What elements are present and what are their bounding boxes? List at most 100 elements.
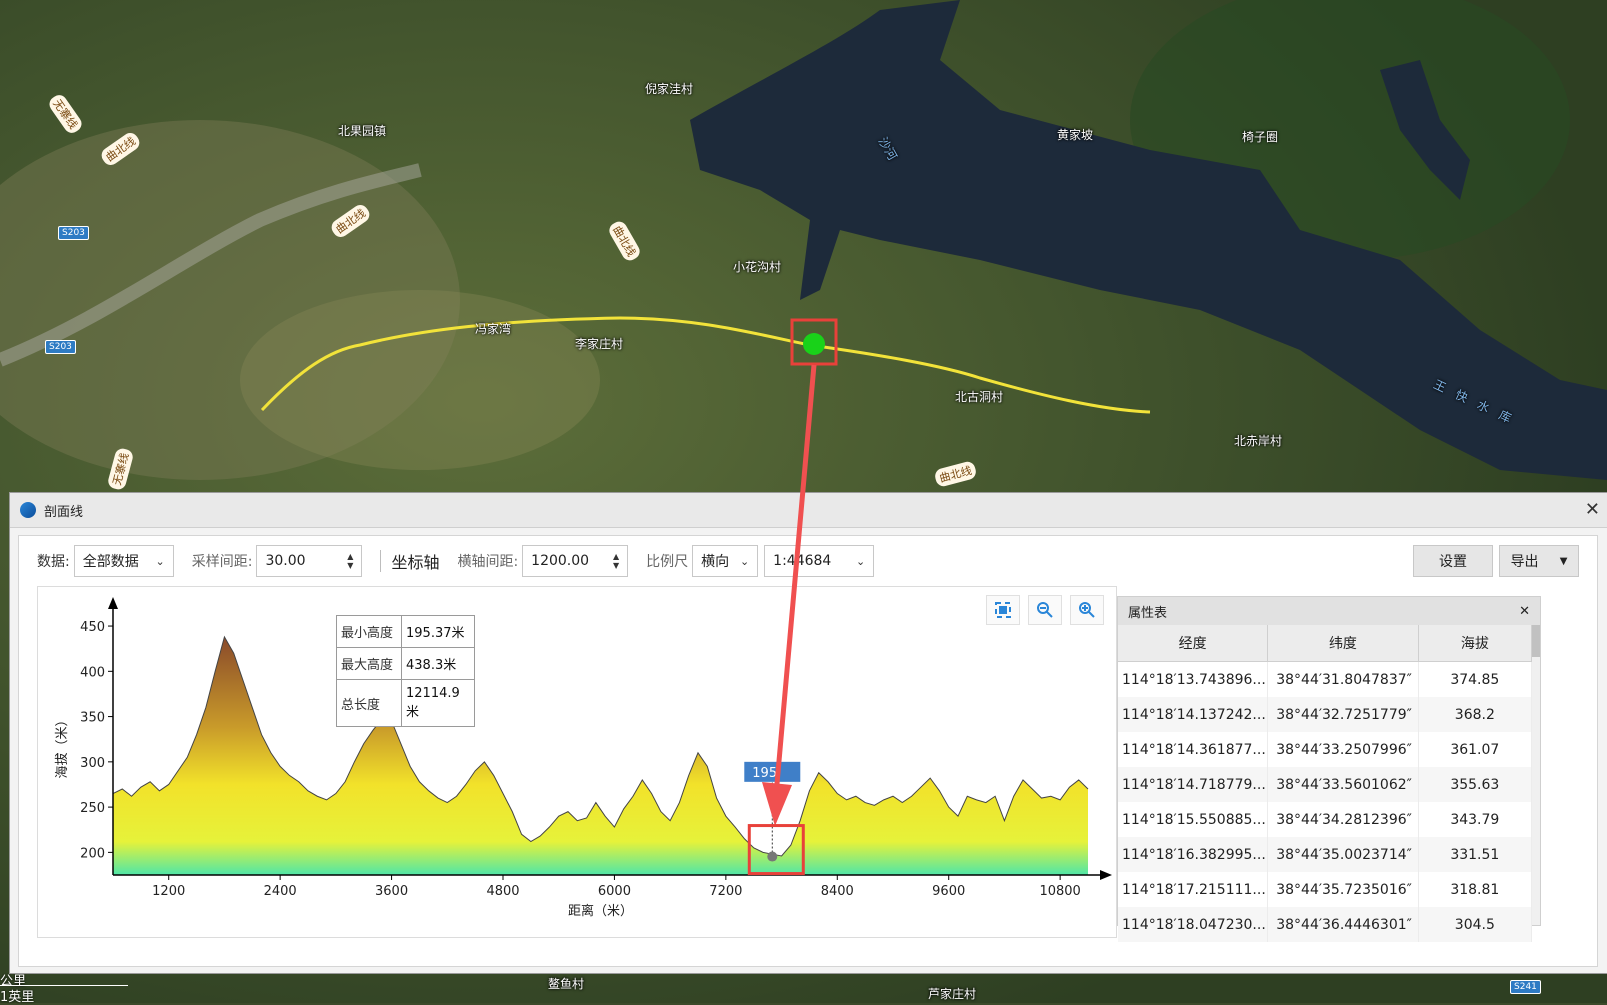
cursor-point	[767, 851, 778, 862]
spinner-arrows-icon[interactable]: ▲ ▼	[613, 552, 619, 570]
scale-label: 比例尺	[646, 554, 689, 570]
cell-altitude: 368.2	[1418, 697, 1533, 732]
y-tick-label: 450	[80, 620, 105, 635]
x-axis-arrow	[1100, 870, 1112, 880]
table-row[interactable]: 114°18′13.743896... 38°44′31.8047837″ 374.…	[1118, 661, 1533, 697]
data-select-value: 全部数据	[82, 554, 139, 570]
cell-altitude: 304.5	[1418, 907, 1533, 942]
max-height-label: 最大高度	[336, 647, 402, 680]
cursor-value-label: 195	[752, 766, 777, 781]
table-row[interactable]: 114°18′14.718779... 38°44′33.5601062″ 355.…	[1118, 767, 1533, 802]
x-tick-label: 9600	[932, 884, 965, 899]
y-axis-label: 海拔（米）	[55, 713, 70, 778]
scale-imperial: 1英里	[0, 985, 128, 1005]
road-badge: S203	[58, 226, 89, 240]
place-label: 鳌鱼村	[548, 977, 585, 991]
cell-longitude: 114°18′18.047230...	[1118, 907, 1269, 942]
table-row[interactable]: 114°18′16.382995... 38°44′35.0023714″ 331.…	[1118, 837, 1533, 872]
export-button[interactable]: 导出 ▼	[1499, 545, 1579, 577]
cell-latitude: 38°44′31.8047837″	[1267, 661, 1419, 697]
zoom-toolbar	[986, 595, 1104, 625]
close-icon[interactable]: ✕	[1585, 499, 1600, 520]
haxis-spinbox[interactable]: 1200.00 ▲ ▼	[522, 545, 629, 577]
cell-latitude: 38°44′32.7251779″	[1267, 697, 1419, 732]
road-badge: S203	[45, 340, 76, 354]
fit-extent-icon[interactable]	[986, 595, 1020, 625]
x-tick-label: 4800	[486, 884, 519, 899]
scale-direction-select[interactable]: 横向 ⌄	[692, 545, 759, 577]
panel-body: 数据: 全部数据 ⌄ 采样间距: 30.00 ▲ ▼ 坐标轴 横轴间距: 1200…	[18, 535, 1598, 967]
column-header-altitude[interactable]: 海拔	[1418, 625, 1533, 662]
cell-longitude: 114°18′17.215111...	[1118, 872, 1269, 907]
scale-direction-value: 横向	[701, 554, 730, 570]
cell-longitude: 114°18′15.550885...	[1118, 802, 1269, 837]
attribute-table-scrollbar[interactable]	[1532, 625, 1540, 925]
min-height-value: 195.37米	[401, 615, 475, 648]
place-label: 北果园镇	[338, 124, 387, 138]
close-icon[interactable]: ✕	[1519, 604, 1530, 619]
panel-title: 剖面线	[44, 504, 84, 520]
total-length-label: 总长度	[336, 679, 402, 727]
data-select[interactable]: 全部数据 ⌄	[73, 545, 174, 577]
cell-latitude: 38°44′35.7235016″	[1267, 872, 1419, 907]
zoom-in-icon[interactable]	[1070, 595, 1104, 625]
table-row[interactable]: 114°18′14.137242... 38°44′32.7251779″ 368.…	[1118, 697, 1533, 732]
x-tick-label: 3600	[375, 884, 408, 899]
min-height-label: 最小高度	[336, 615, 402, 648]
profile-chart[interactable]: 1200 2400 3600 4800 6000 7200 8400 9600 10800 200…	[37, 586, 1117, 938]
cell-altitude: 343.79	[1418, 802, 1533, 837]
place-label: 倪家洼村	[645, 82, 694, 96]
cell-latitude: 38°44′33.2507996″	[1267, 732, 1419, 767]
settings-button[interactable]: 设置	[1413, 545, 1493, 577]
cell-longitude: 114°18′14.137242...	[1118, 697, 1269, 732]
column-header-latitude[interactable]: 纬度	[1267, 625, 1419, 662]
cell-altitude: 318.81	[1418, 872, 1533, 907]
x-tick-label: 2400	[264, 884, 297, 899]
attribute-table-header: 属性表 ✕	[1118, 597, 1540, 625]
x-tick-label: 6000	[598, 884, 631, 899]
toolbar-divider	[380, 550, 382, 572]
x-tick-label: 8400	[821, 884, 854, 899]
export-label: 导出	[1510, 554, 1539, 570]
chevron-down-icon: ⌄	[855, 554, 866, 568]
place-label: 北古洞村	[955, 390, 1004, 404]
table-row[interactable]: 114°18′14.361877... 38°44′33.2507996″ 361.…	[1118, 732, 1533, 767]
haxis-value: 1200.00	[531, 553, 590, 569]
stats-table: 最小高度 195.37米 最大高度 438.3米 总长度 12114.9米	[336, 615, 475, 727]
cell-altitude: 361.07	[1418, 732, 1533, 767]
attribute-table: 经度 纬度 海拔 114°18′13.743896... 38°44′31.804…	[1118, 625, 1533, 942]
chevron-down-icon: ⌄	[739, 554, 750, 568]
cell-longitude: 114°18′14.361877...	[1118, 732, 1269, 767]
scrollbar-thumb[interactable]	[1532, 625, 1540, 657]
cell-longitude: 114°18′13.743896...	[1118, 661, 1269, 697]
x-tick-label: 7200	[709, 884, 742, 899]
y-tick-label: 400	[80, 665, 105, 680]
total-length-value: 12114.9米	[401, 679, 475, 727]
place-label: 北赤岸村	[1234, 434, 1283, 448]
profile-panel: 剖面线 ✕ 数据: 全部数据 ⌄ 采样间距: 30.00 ▲ ▼ 坐标轴 横轴间距…	[9, 492, 1607, 974]
place-label: 冯家湾	[475, 322, 512, 336]
spinner-arrows-icon[interactable]: ▲ ▼	[347, 552, 353, 570]
haxis-label: 横轴间距:	[457, 554, 519, 570]
dropdown-arrow-icon: ▼	[1559, 555, 1568, 567]
table-row[interactable]: 114°18′17.215111... 38°44′35.7235016″ 318.…	[1118, 872, 1533, 907]
place-label: 椅子圈	[1242, 130, 1279, 144]
cell-latitude: 38°44′33.5601062″	[1267, 767, 1419, 802]
table-row[interactable]: 114°18′18.047230... 38°44′36.4446301″ 304.…	[1118, 907, 1533, 942]
column-header-longitude[interactable]: 经度	[1118, 625, 1269, 662]
panel-titlebar[interactable]: 剖面线 ✕	[10, 493, 1607, 528]
road-badge: S241	[1510, 980, 1541, 994]
y-tick-label: 300	[80, 756, 105, 771]
cell-altitude: 355.63	[1418, 767, 1533, 802]
place-label: 黄家坡	[1057, 128, 1094, 142]
chevron-down-icon: ⌄	[155, 554, 165, 568]
table-row[interactable]: 114°18′15.550885... 38°44′34.2812396″ 343.…	[1118, 802, 1533, 837]
x-axis-label: 距离（米）	[568, 903, 633, 919]
sample-spinbox[interactable]: 30.00 ▲ ▼	[256, 545, 363, 577]
place-label: 芦家庄村	[928, 987, 977, 1001]
scale-value-select[interactable]: 1:44684 ⌄	[764, 545, 875, 577]
cell-latitude: 38°44′36.4446301″	[1267, 907, 1419, 942]
zoom-out-icon[interactable]	[1028, 595, 1062, 625]
data-label: 数据:	[37, 554, 70, 570]
place-label: 小花沟村	[733, 260, 782, 274]
